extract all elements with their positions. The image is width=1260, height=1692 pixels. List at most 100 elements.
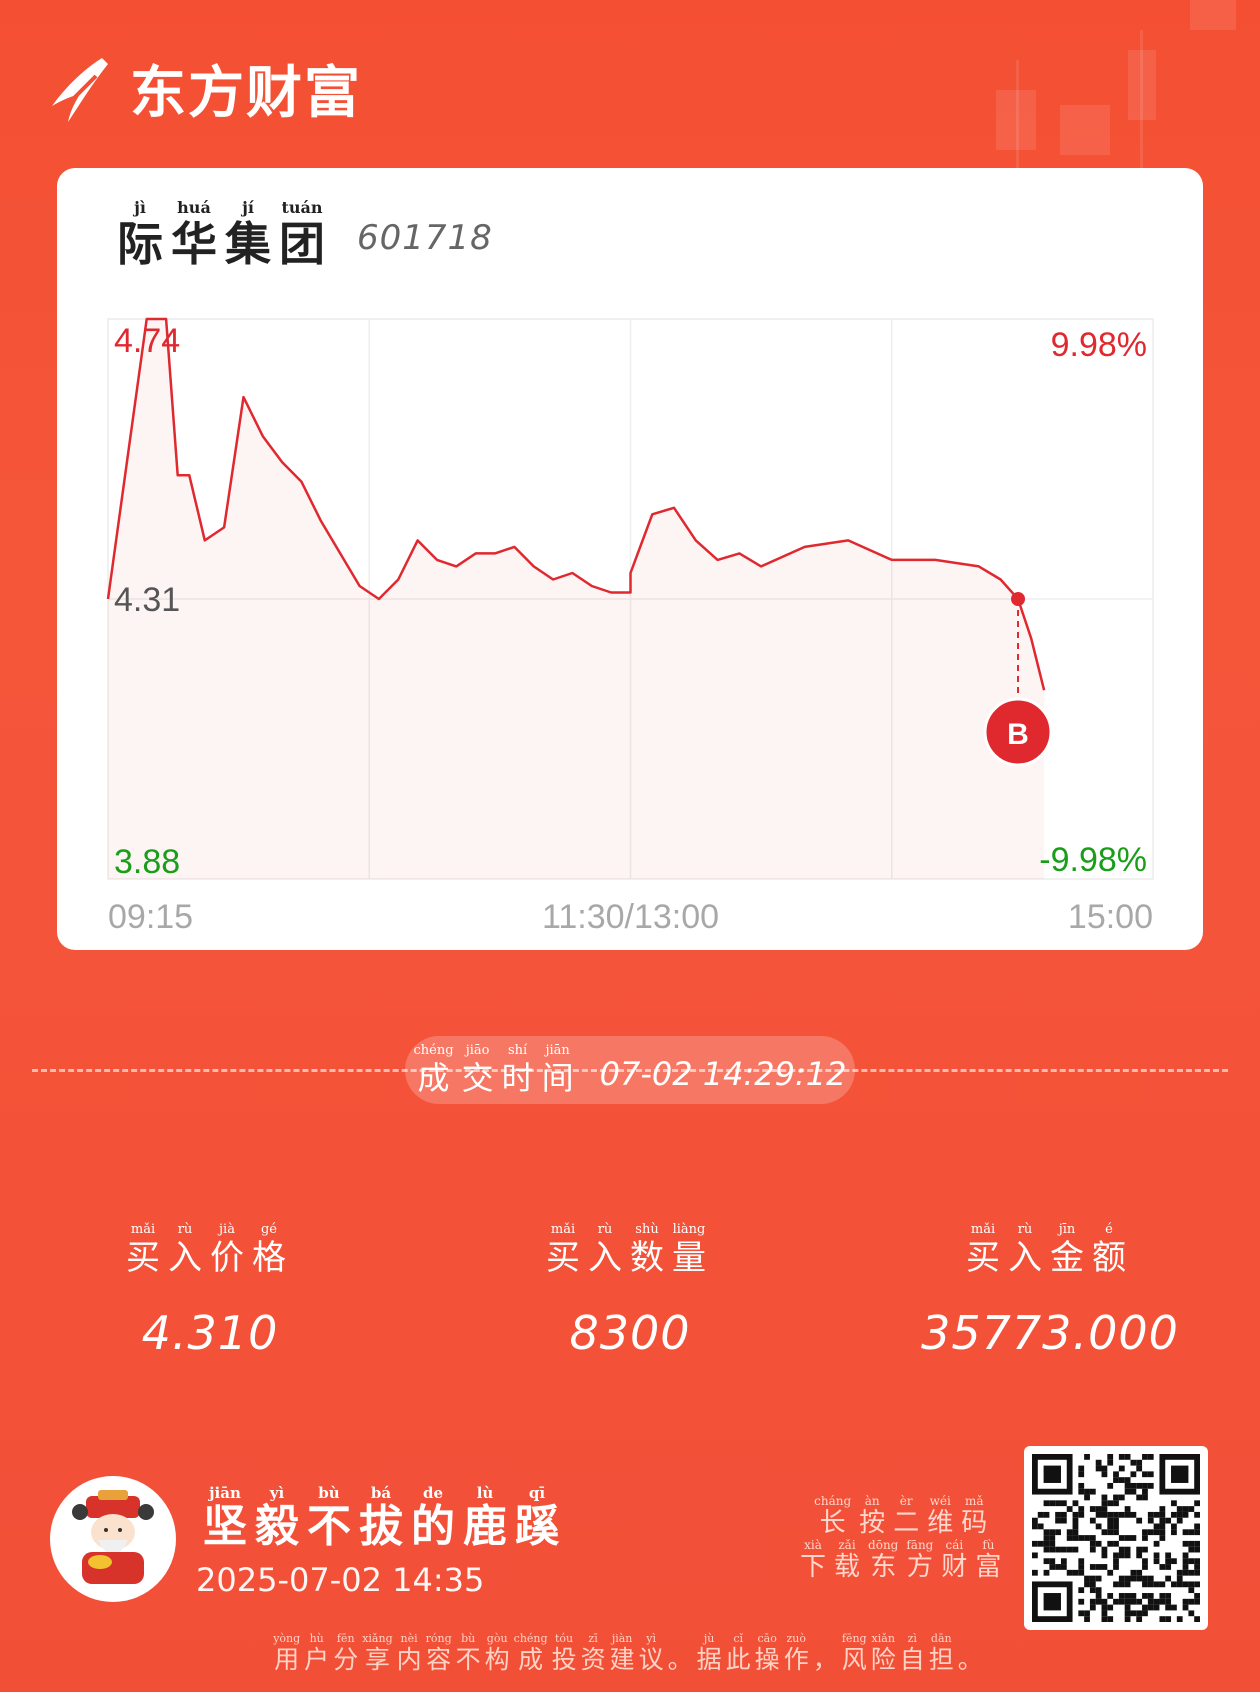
qr-module: [1194, 1511, 1200, 1518]
pinyin: yì: [646, 1632, 656, 1645]
pinyin: cǐ: [733, 1632, 743, 1645]
qr-module: [1124, 1482, 1131, 1489]
qr-module: [1113, 1494, 1119, 1501]
char-with-pinyin: rù 入: [588, 1222, 622, 1278]
hanzi: 户: [304, 1645, 330, 1674]
qr-module: [1095, 1564, 1102, 1570]
qr-module: [1159, 1535, 1166, 1541]
download-qr-code[interactable]: [1024, 1446, 1208, 1630]
hanzi: 担: [928, 1645, 954, 1674]
qr-module: [1124, 1616, 1131, 1622]
qr-module: [1095, 1511, 1102, 1518]
qr-module: [1124, 1535, 1131, 1541]
hanzi: 不: [307, 1501, 351, 1552]
qr-module: [1078, 1564, 1085, 1570]
qr-module: [1089, 1517, 1096, 1524]
hanzi: 的: [411, 1501, 455, 1552]
qr-module: [1165, 1575, 1172, 1582]
hanzi: 时: [501, 1059, 534, 1097]
qr-module: [1101, 1494, 1108, 1501]
qr-module: [1182, 1540, 1189, 1547]
pinyin: mǎi: [130, 1222, 156, 1237]
qr-module: [1043, 1569, 1050, 1576]
qr-module: [1153, 1581, 1160, 1588]
qr-module: [1107, 1604, 1114, 1611]
qr-module: [1049, 1540, 1056, 1547]
qr-module: [1165, 1604, 1172, 1611]
qr-module: [1171, 1604, 1177, 1611]
qr-module: [1165, 1552, 1172, 1559]
qr-module: [1159, 1564, 1166, 1570]
qr-module: [1032, 1569, 1038, 1576]
qr-module: [1136, 1494, 1143, 1501]
qr-module: [1078, 1482, 1085, 1489]
char-with-pinyin: mǎi 买: [126, 1222, 160, 1278]
hanzi: 数: [630, 1238, 664, 1278]
pinyin: rù: [177, 1222, 193, 1237]
hanzi: 量: [672, 1238, 706, 1278]
qr-module: [1124, 1581, 1131, 1588]
qr-module: [1095, 1523, 1102, 1530]
qr-module: [1101, 1529, 1108, 1536]
qr-module: [1118, 1581, 1125, 1588]
qr-module: [1147, 1598, 1154, 1605]
qr-module: [1142, 1488, 1148, 1495]
pinyin: xiǎng: [362, 1632, 393, 1645]
qr-module: [1101, 1616, 1108, 1622]
y-tick-high: 4.74: [114, 322, 180, 360]
hanzi: 财: [941, 1552, 968, 1582]
qr-module: [1153, 1529, 1160, 1536]
pinyin: àn: [864, 1494, 880, 1508]
qr-module: [1171, 1558, 1177, 1565]
hanzi: 买: [126, 1238, 160, 1278]
char-with-pinyin: mǎi 买: [966, 1222, 1000, 1278]
qr-module: [1043, 1529, 1050, 1536]
decor-candle: [996, 90, 1036, 150]
qr-module: [1113, 1477, 1119, 1483]
qr-module: [1078, 1465, 1085, 1472]
stock-chart-card[interactable]: jì 际 huá 华 jí 集 tuán 团 601718 4.74 4.31 3.88 9.98%…: [57, 168, 1203, 950]
qr-module: [1078, 1471, 1085, 1478]
qr-module: [1147, 1604, 1154, 1611]
char-with-pinyin: fāng 方: [906, 1538, 933, 1582]
stat-buy-price: mǎi 买 rù 入 jià 价 gé 格 4.310: [30, 1222, 390, 1360]
qr-module: [1101, 1500, 1108, 1507]
hanzi: 操: [754, 1645, 780, 1674]
qr-module: [1159, 1511, 1166, 1518]
char-with-pinyin: yì 毅: [255, 1484, 299, 1552]
trade-time-label: chéng 成 jiāo 交 shí 时 jiān 间: [414, 1043, 582, 1097]
qr-module: [1136, 1465, 1143, 1472]
qr-module: [1055, 1511, 1061, 1518]
qr-module: [1142, 1529, 1148, 1536]
user-avatar[interactable]: [50, 1476, 176, 1602]
brand-logo: 东方财富: [46, 48, 362, 129]
qr-module: [1136, 1569, 1143, 1576]
qr-module: [1089, 1540, 1096, 1547]
qr-module: [1060, 1546, 1067, 1553]
qr-module: [1142, 1546, 1148, 1553]
qr-module: [1182, 1506, 1189, 1512]
pinyin: bù: [461, 1632, 476, 1645]
hanzi: 交: [461, 1059, 494, 1097]
qr-module: [1142, 1535, 1148, 1541]
qr-module: [1147, 1511, 1154, 1518]
qr-module: [1182, 1552, 1189, 1559]
qr-module: [1089, 1546, 1096, 1553]
qr-module: [1107, 1482, 1114, 1489]
qr-module: [1130, 1488, 1137, 1495]
y-tick-prev-close: 4.31: [114, 581, 180, 619]
qr-module: [1153, 1604, 1160, 1611]
pinyin: de: [422, 1484, 444, 1502]
qr-hint-line1: cháng 长 àn 按 èr 二 wéi 维 mǎ 码: [814, 1494, 995, 1538]
qr-module: [1060, 1511, 1067, 1518]
qr-module: [1066, 1506, 1073, 1512]
char-with-pinyin: 。: [958, 1632, 983, 1675]
qr-module: [1194, 1540, 1200, 1547]
intraday-chart: 4.74 4.31 3.88 9.98% -9.98% 09:15 11:30/13:00 1…: [106, 317, 1154, 936]
qr-module: [1066, 1535, 1073, 1541]
qr-module: [1124, 1575, 1131, 1582]
qr-module: [1107, 1511, 1114, 1518]
pinyin: dān: [930, 1632, 952, 1645]
hanzi: 入: [588, 1238, 622, 1278]
qr-module: [1060, 1558, 1067, 1565]
